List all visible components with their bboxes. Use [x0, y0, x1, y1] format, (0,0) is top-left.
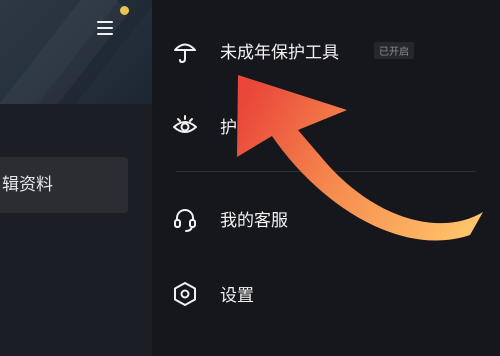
menu-item-label: 护眼: [220, 118, 254, 138]
eye-icon: [173, 115, 197, 133]
hamburger-icon: [97, 21, 113, 35]
side-menu: 未成年保护工具 已开启 护眼 我的客服 设置: [152, 0, 500, 356]
umbrella-icon: [174, 43, 196, 64]
left-panel: 辑资料: [0, 0, 152, 356]
menu-item-label: 设置: [220, 286, 254, 306]
menu-button[interactable]: [87, 10, 123, 46]
menu-item-label: 未成年保护工具: [220, 43, 339, 63]
status-badge: 已开启: [374, 42, 414, 59]
menu-divider: [176, 171, 476, 172]
headset-icon: [174, 209, 196, 232]
profile-banner: [0, 0, 152, 104]
edit-profile-button[interactable]: 辑资料: [0, 157, 128, 213]
notification-dot: [120, 6, 129, 15]
menu-item-label: 我的客服: [220, 211, 288, 231]
menu-item-minor-protection[interactable]: 未成年保护工具: [152, 26, 500, 74]
menu-item-customer-service[interactable]: 我的客服: [152, 194, 500, 242]
hexagon-gear-icon: [174, 282, 196, 306]
menu-item-eye-protection[interactable]: 护眼: [152, 101, 500, 149]
menu-item-settings[interactable]: 设置: [152, 269, 500, 317]
